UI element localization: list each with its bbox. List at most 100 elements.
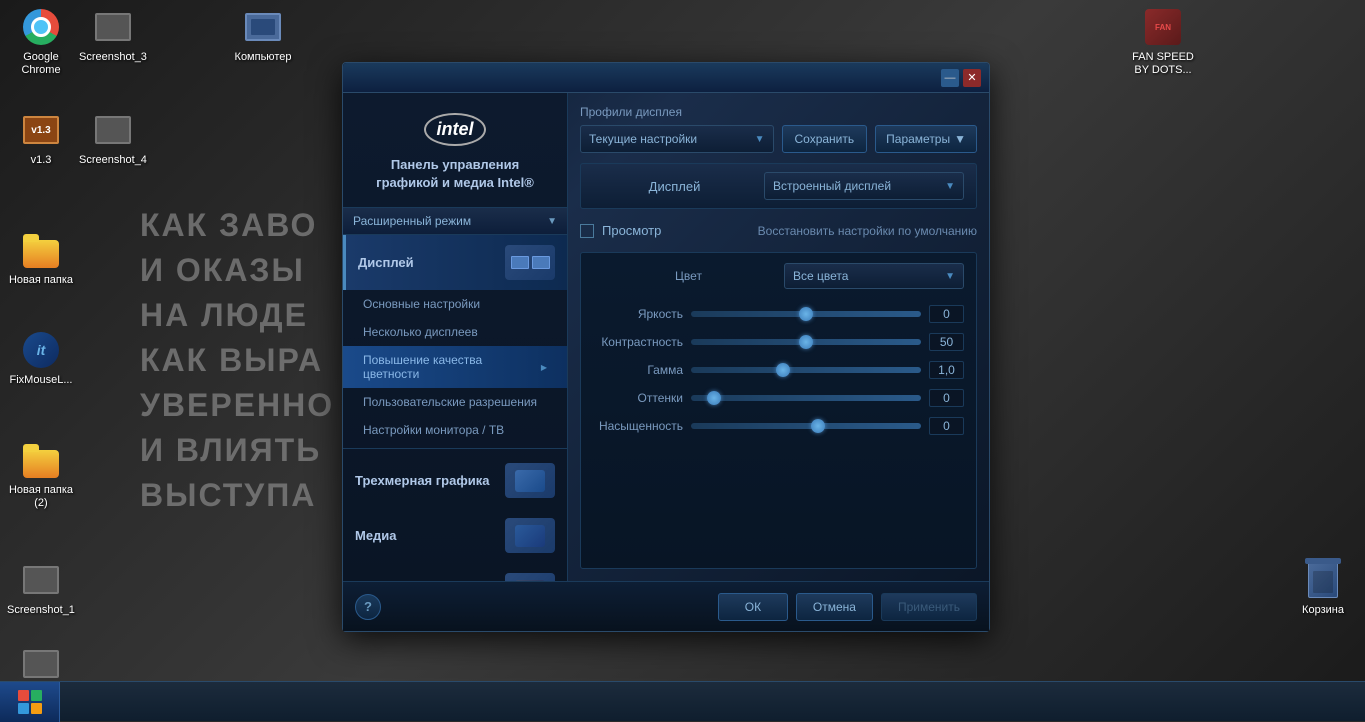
desktop-icon-folder2[interactable]: Новая папка (2)	[6, 440, 76, 510]
close-button[interactable]: ✕	[963, 69, 981, 87]
hue-label: Оттенки	[593, 391, 683, 405]
restore-button[interactable]: Восстановить настройки по умолчанию	[758, 224, 977, 238]
left-panel: intel Панель управления графикой и медиа…	[343, 93, 568, 581]
saturation-slider[interactable]	[691, 423, 921, 429]
nav-sub-monitor[interactable]: Настройки монитора / ТВ	[343, 416, 567, 444]
display-icon	[505, 245, 555, 280]
fixmousel-label: FixMouseL...	[6, 374, 76, 387]
desktop-icon-folder1[interactable]: Новая папка	[6, 230, 76, 287]
hue-slider[interactable]	[691, 395, 921, 401]
nav-item-media[interactable]: Медиа	[343, 508, 567, 563]
profile-row: Профили дисплея	[580, 105, 977, 119]
color-dropdown[interactable]: Все цвета ▼	[784, 263, 964, 289]
minimize-button[interactable]: —	[941, 69, 959, 87]
chrome-label: Google Chrome	[6, 51, 76, 77]
desktop-icon-screenshot3[interactable]: Screenshot_3	[78, 7, 148, 64]
computer-label: Компьютер	[228, 51, 298, 64]
nav-section: Дисплей Основные настройки Несколько дис…	[343, 235, 567, 581]
params-arrow-icon: ▼	[954, 132, 966, 146]
saturation-label: Насыщенность	[593, 419, 683, 433]
hue-value: 0	[929, 389, 964, 407]
nav-sub-multiple[interactable]: Несколько дисплеев	[343, 318, 567, 346]
saturation-row: Насыщенность 0	[593, 417, 964, 435]
desktop-icon-screenshot1[interactable]: Screenshot_1	[6, 560, 76, 617]
mode-arrow-icon: ▼	[547, 216, 557, 227]
start-button[interactable]	[0, 682, 60, 722]
preview-row: Просмотр Восстановить настройки по умолч…	[580, 219, 977, 242]
contrast-value: 50	[929, 333, 964, 351]
desktop-icon-screenshot4[interactable]: Screenshot_4	[78, 110, 148, 167]
params-label: Параметры	[886, 132, 950, 146]
color-settings: Цвет Все цвета ▼ Яркость 0	[580, 252, 977, 569]
nav-item-3d[interactable]: Трехмерная графика	[343, 453, 567, 508]
contrast-label: Контрастность	[593, 335, 683, 349]
intel-dialog: — ✕ intel Панель управления графикой и м…	[342, 62, 990, 632]
3d-icon	[505, 463, 555, 498]
nav-media-label: Медиа	[355, 528, 397, 543]
profile-label: Профили дисплея	[580, 105, 682, 119]
saturation-value: 0	[929, 417, 964, 435]
brightness-slider[interactable]	[691, 311, 921, 317]
desktop: КАК ЗАВО И ОКАЗЫ НА ЛЮДЕ КАК ВЫРА УВЕРЕН…	[0, 0, 1365, 721]
display-dropdown[interactable]: Встроенный дисплей ▼	[764, 172, 964, 200]
folder1-label: Новая папка	[6, 274, 76, 287]
color-dropdown-arrow: ▼	[945, 271, 955, 282]
display-current: Встроенный дисплей	[773, 179, 891, 193]
nav-sub-color[interactable]: Повышение качества цветности	[343, 346, 567, 388]
cancel-button[interactable]: Отмена	[796, 593, 873, 621]
desktop-icon-v13[interactable]: v1.3 v1.3	[6, 110, 76, 167]
display-label: Дисплей	[593, 179, 756, 194]
nav-3d-label: Трехмерная графика	[355, 473, 489, 488]
mode-label: Расширенный режим	[353, 214, 471, 228]
start-icon	[18, 690, 42, 714]
ok-button[interactable]: ОК	[718, 593, 788, 621]
nav-display-label: Дисплей	[358, 255, 414, 270]
intel-panel-title: Панель управления графикой и медиа Intel…	[358, 156, 552, 192]
trash-label: Корзина	[1288, 604, 1358, 617]
profile-dropdown-arrow: ▼	[755, 134, 765, 145]
profile-dropdown[interactable]: Текущие настройки ▼	[580, 125, 774, 153]
contrast-row: Контрастность 50	[593, 333, 964, 351]
save-button[interactable]: Сохранить	[782, 125, 868, 153]
help-button[interactable]: ?	[355, 594, 381, 620]
preview-label: Просмотр	[602, 223, 661, 238]
brightness-value: 0	[929, 305, 964, 323]
profile-controls: Текущие настройки ▼ Сохранить Параметры …	[580, 125, 977, 153]
screenshot1-label: Screenshot_1	[6, 604, 76, 617]
desktop-icon-chrome[interactable]: Google Chrome	[6, 7, 76, 77]
profile-current: Текущие настройки	[589, 132, 697, 146]
fanspeed-label: FAN SPEED BY DOTS...	[1128, 51, 1198, 77]
desktop-icon-fanspeed[interactable]: FAN FAN SPEED BY DOTS...	[1128, 7, 1198, 77]
params-button[interactable]: Параметры ▼	[875, 125, 977, 153]
gamma-label: Гамма	[593, 363, 683, 377]
hue-row: Оттенки 0	[593, 389, 964, 407]
contrast-slider[interactable]	[691, 339, 921, 345]
right-panel: Профили дисплея Текущие настройки ▼ Сохр…	[568, 93, 989, 581]
nav-item-display[interactable]: Дисплей	[343, 235, 567, 290]
color-row: Цвет Все цвета ▼	[593, 263, 964, 289]
display-dropdown-arrow: ▼	[945, 181, 955, 192]
desktop-icon-trash[interactable]: Корзина	[1288, 560, 1358, 617]
media-icon	[505, 518, 555, 553]
nav-item-power[interactable]: Электропитание	[343, 563, 567, 581]
desktop-icon-computer[interactable]: Компьютер	[228, 7, 298, 64]
desktop-icon-fixmousel[interactable]: it FixMouseL...	[6, 330, 76, 387]
apply-button[interactable]: Применить	[881, 593, 977, 621]
screenshot3-label: Screenshot_3	[78, 51, 148, 64]
preview-checkbox[interactable]	[580, 224, 594, 238]
nav-sub-custom-res[interactable]: Пользовательские разрешения	[343, 388, 567, 416]
power-icon	[505, 573, 555, 581]
gamma-slider[interactable]	[691, 367, 921, 373]
brightness-row: Яркость 0	[593, 305, 964, 323]
taskbar	[0, 681, 1365, 721]
title-bar: — ✕	[343, 63, 989, 93]
gamma-row: Гамма 1,0	[593, 361, 964, 379]
intel-logo-area: intel Панель управления графикой и медиа…	[343, 93, 567, 208]
color-label: Цвет	[593, 269, 784, 283]
mode-selector[interactable]: Расширенный режим ▼	[343, 208, 567, 235]
display-row: Дисплей Встроенный дисплей ▼	[580, 163, 977, 209]
intel-logo: intel	[424, 113, 485, 146]
nav-sub-basic[interactable]: Основные настройки	[343, 290, 567, 318]
v13-label: v1.3	[6, 154, 76, 167]
folder2-label: Новая папка (2)	[6, 484, 76, 510]
